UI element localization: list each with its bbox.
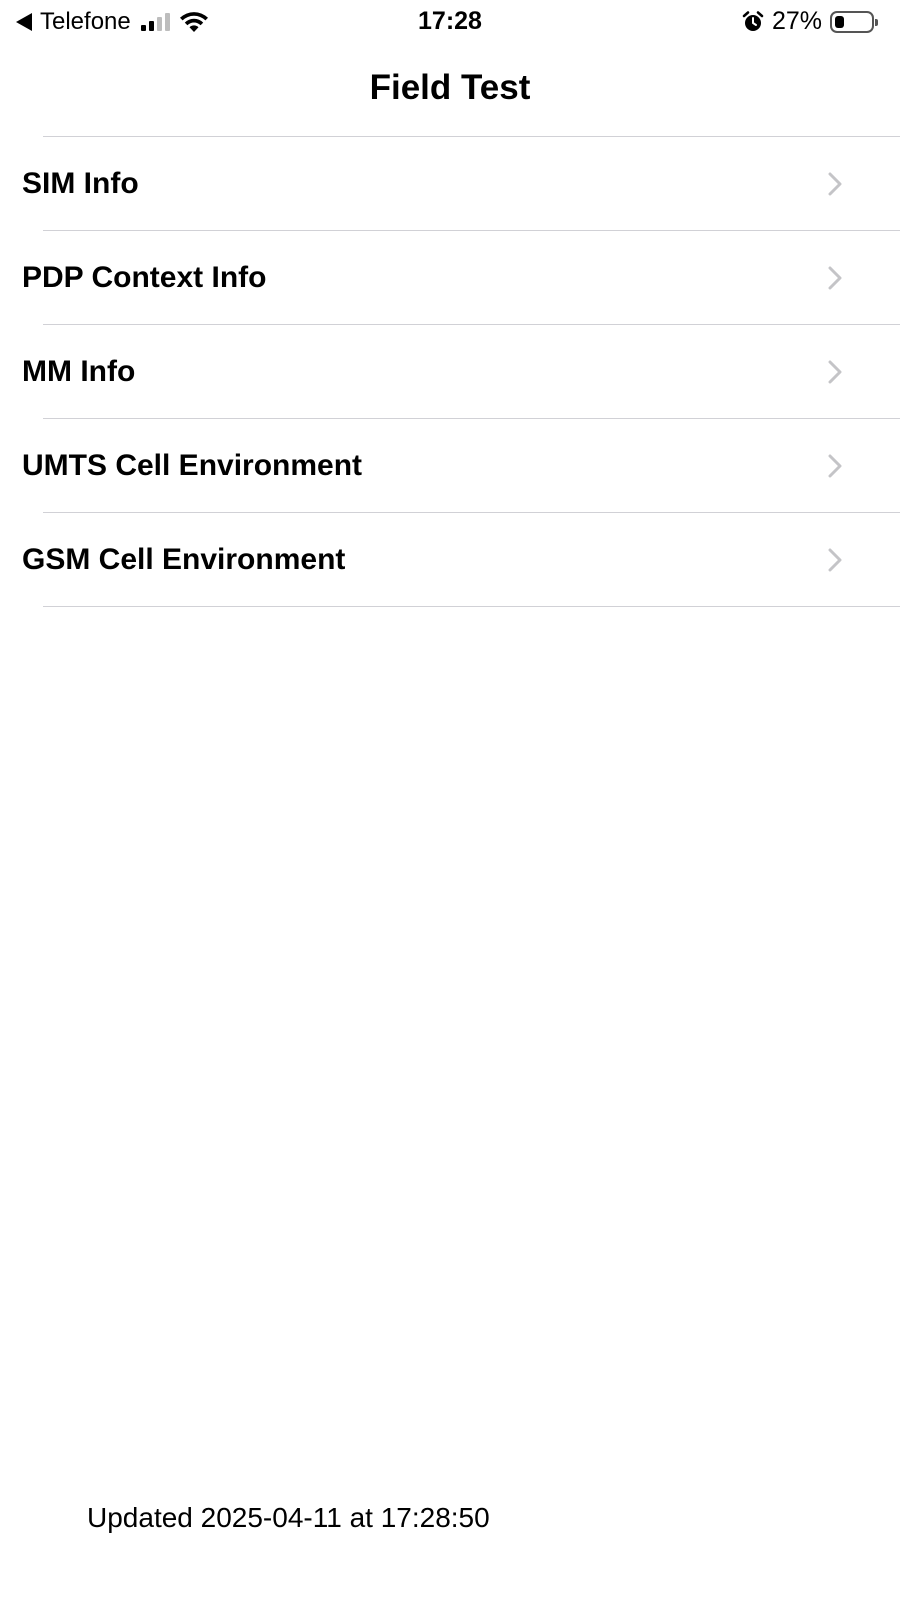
field-test-menu: SIM Info PDP Context Info MM Info UMTS C… bbox=[0, 136, 900, 607]
alarm-icon bbox=[742, 10, 764, 31]
menu-item-umts-cell-environment[interactable]: UMTS Cell Environment bbox=[0, 419, 900, 512]
page-title: Field Test bbox=[369, 68, 531, 107]
status-bar: Telefone 17:28 27% bbox=[0, 0, 900, 46]
screen: Telefone 17:28 27% Field Test SIM Info P… bbox=[0, 0, 900, 1600]
menu-item-mm-info[interactable]: MM Info bbox=[0, 325, 900, 418]
list-divider bbox=[43, 606, 900, 607]
battery-cap bbox=[875, 18, 878, 26]
chevron-right-icon bbox=[828, 360, 842, 383]
chevron-right-icon bbox=[828, 266, 842, 289]
updated-timestamp: Updated 2025-04-11 at 17:28:50 bbox=[87, 1502, 490, 1533]
chevron-right-icon bbox=[828, 548, 842, 571]
menu-item-label: MM Info bbox=[22, 354, 136, 388]
status-right: 27% bbox=[742, 7, 878, 36]
menu-item-sim-info[interactable]: SIM Info bbox=[0, 137, 900, 230]
menu-item-label: PDP Context Info bbox=[22, 260, 267, 294]
chevron-right-icon bbox=[828, 454, 842, 477]
menu-item-gsm-cell-environment[interactable]: GSM Cell Environment bbox=[0, 513, 900, 606]
menu-item-pdp-context-info[interactable]: PDP Context Info bbox=[0, 231, 900, 324]
chevron-right-icon bbox=[828, 172, 842, 195]
menu-item-label: SIM Info bbox=[22, 166, 139, 200]
battery-icon bbox=[830, 10, 878, 33]
menu-item-label: UMTS Cell Environment bbox=[22, 448, 363, 482]
menu-item-label: GSM Cell Environment bbox=[22, 542, 346, 576]
battery-fill bbox=[835, 15, 844, 28]
battery-percent: 27% bbox=[771, 7, 822, 35]
